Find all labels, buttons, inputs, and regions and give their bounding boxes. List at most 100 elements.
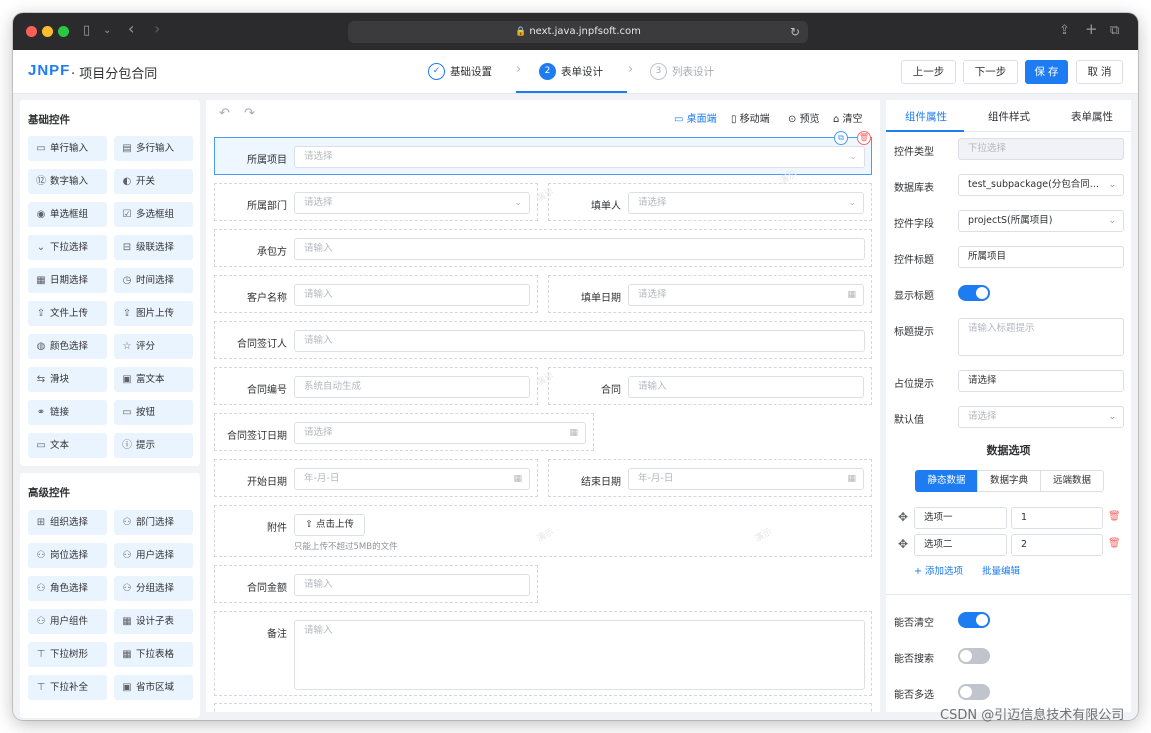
delete-option-icon[interactable]: 🗑: [1108, 511, 1121, 522]
tab-component-props[interactable]: 组件属性: [905, 109, 947, 124]
field-row-filler[interactable]: 填单人 请选择 ⌄: [548, 183, 872, 221]
fill-date-picker[interactable]: 请选择 ▦: [628, 284, 864, 306]
field-row-partial[interactable]: [214, 703, 872, 712]
multiple-switch[interactable]: [958, 684, 990, 700]
field-row-sign-date[interactable]: 合同签订日期 请选择 ▦: [214, 413, 594, 451]
field-row-contract-no[interactable]: 合同编号 系统自动生成: [214, 367, 538, 405]
end-date-picker[interactable]: 年-月-日 ▦: [628, 468, 864, 490]
palette-item[interactable]: ▭ 按钮: [114, 400, 193, 425]
field-row-amount[interactable]: 合同金额 请输入: [214, 565, 538, 603]
field-row-end-date[interactable]: 结束日期 年-月-日 ▦: [548, 459, 872, 497]
redo-icon[interactable]: ↷: [244, 106, 255, 121]
add-option-link[interactable]: + 添加选项: [914, 563, 963, 577]
default-value-select[interactable]: 请选择 ⌄: [958, 406, 1124, 428]
palette-item[interactable]: ⊤ 下拉树形: [28, 642, 107, 667]
chevron-down-icon[interactable]: ⌄: [103, 23, 111, 39]
palette-item[interactable]: ◉ 单选框组: [28, 202, 107, 227]
palette-item[interactable]: ⚇ 部门选择: [114, 510, 193, 535]
drag-handle-icon[interactable]: ✥: [898, 510, 908, 524]
preview-button[interactable]: ⊙ 预览: [788, 110, 820, 125]
palette-item[interactable]: ⇪ 文件上传: [28, 301, 107, 326]
desktop-view-button[interactable]: ▭ 桌面端: [674, 110, 717, 125]
show-title-switch[interactable]: [958, 285, 990, 301]
tab-form-props[interactable]: 表单属性: [1071, 109, 1113, 124]
palette-item[interactable]: ⚭ 链接: [28, 400, 107, 425]
customer-input[interactable]: 请输入: [294, 284, 530, 306]
palette-item[interactable]: ◐ 开关: [114, 169, 193, 194]
clear-button[interactable]: ⌂ 清空: [833, 110, 863, 125]
sidebar-toggle-icon[interactable]: ▯: [83, 23, 90, 39]
upload-button[interactable]: ⇧ 点击上传: [294, 514, 365, 536]
palette-item[interactable]: ◍ 颜色选择: [28, 334, 107, 359]
form-canvas[interactable]: ↶ ↷ ▭ 桌面端 ▯ 移动端 ⊙ 预览 ⌂ 清空 所属项目 请选择 ⌄ ⧉ 🗑 …: [206, 100, 880, 712]
field-row-customer[interactable]: 客户名称 请输入: [214, 275, 538, 313]
field-row-remark[interactable]: 备注 请输入: [214, 611, 872, 696]
palette-item[interactable]: ▭ 文本: [28, 433, 107, 458]
remark-textarea[interactable]: 请输入: [294, 620, 865, 690]
option-label-input[interactable]: 选项二: [914, 534, 1007, 556]
title-tip-textarea[interactable]: 请输入标题提示: [958, 318, 1124, 356]
back-icon[interactable]: ‹: [128, 21, 134, 37]
placeholder-input[interactable]: 请选择: [958, 370, 1124, 392]
palette-item[interactable]: ⑫ 数字输入: [28, 169, 107, 194]
cancel-button[interactable]: 取 消: [1076, 60, 1123, 84]
option-value-input[interactable]: 1: [1011, 507, 1103, 529]
palette-item[interactable]: ▦ 设计子表: [114, 609, 193, 634]
field-row-dept[interactable]: 所属部门 请选择 ⌄: [214, 183, 538, 221]
palette-item[interactable]: ⊟ 级联选择: [114, 235, 193, 260]
field-row-project[interactable]: 所属项目 请选择 ⌄: [214, 137, 872, 175]
palette-item[interactable]: ⇆ 滑块: [28, 367, 107, 392]
contract-input[interactable]: 请输入: [628, 376, 864, 398]
drag-handle-icon[interactable]: ✥: [898, 537, 908, 551]
palette-item[interactable]: ▭ 单行输入: [28, 136, 107, 161]
field-row-signer[interactable]: 合同签订人 请输入: [214, 321, 872, 359]
filler-select[interactable]: 请选择 ⌄: [628, 192, 864, 214]
palette-item[interactable]: ▣ 富文本: [114, 367, 193, 392]
palette-item[interactable]: ⚇ 用户选择: [114, 543, 193, 568]
prev-step-button[interactable]: 上一步: [901, 60, 956, 84]
searchable-switch[interactable]: [958, 648, 990, 664]
palette-item[interactable]: ⌄ 下拉选择: [28, 235, 107, 260]
palette-item[interactable]: ⚇ 分组选择: [114, 576, 193, 601]
palette-item[interactable]: ▤ 多行输入: [114, 136, 193, 161]
copy-icon[interactable]: ⧉: [834, 131, 848, 145]
project-select[interactable]: 请选择 ⌄: [294, 146, 865, 168]
batch-edit-link[interactable]: 批量编辑: [982, 563, 1020, 577]
forward-icon[interactable]: ›: [154, 21, 160, 37]
address-bar[interactable]: 🔒 next.java.jnpfsoft.com ↻: [348, 21, 808, 43]
palette-item[interactable]: ☆ 评分: [114, 334, 193, 359]
amount-input[interactable]: 请输入: [294, 574, 530, 596]
segment-remote-data[interactable]: 远端数据: [1040, 470, 1104, 492]
tab-component-style[interactable]: 组件样式: [988, 109, 1030, 124]
palette-item[interactable]: ⚇ 用户组件: [28, 609, 107, 634]
palette-item[interactable]: ⊞ 组织选择: [28, 510, 107, 535]
field-row-contractor[interactable]: 承包方 请输入: [214, 229, 872, 267]
field-row-fill-date[interactable]: 填单日期 请选择 ▦: [548, 275, 872, 313]
palette-item[interactable]: ▦ 日期选择: [28, 268, 107, 293]
dept-select[interactable]: 请选择 ⌄: [294, 192, 530, 214]
option-value-input[interactable]: 2: [1011, 534, 1103, 556]
palette-item[interactable]: ⓘ 提示: [114, 433, 193, 458]
share-icon[interactable]: ⇪: [1059, 23, 1070, 39]
step-form-design[interactable]: 2 表单设计: [539, 63, 603, 81]
mobile-view-button[interactable]: ▯ 移动端: [731, 110, 770, 125]
close-window-button[interactable]: [26, 26, 37, 37]
control-title-input[interactable]: 所属项目: [958, 246, 1124, 268]
clearable-switch[interactable]: [958, 612, 990, 628]
field-row-start-date[interactable]: 开始日期 年-月-日 ▦: [214, 459, 538, 497]
segment-data-dict[interactable]: 数据字典: [977, 470, 1041, 492]
palette-item[interactable]: ⊤ 下拉补全: [28, 675, 107, 700]
step-basic-settings[interactable]: ✓ 基础设置: [428, 63, 492, 81]
palette-item[interactable]: ☑ 多选框组: [114, 202, 193, 227]
save-button[interactable]: 保 存: [1025, 60, 1068, 84]
palette-item[interactable]: ⚇ 角色选择: [28, 576, 107, 601]
field-row-contract[interactable]: 合同 请输入: [548, 367, 872, 405]
minimize-window-button[interactable]: [42, 26, 53, 37]
palette-item[interactable]: ⚇ 岗位选择: [28, 543, 107, 568]
step-list-design[interactable]: 3 列表设计: [650, 63, 714, 81]
control-field-select[interactable]: projectS(所属项目) ⌄: [958, 210, 1124, 232]
sign-date-picker[interactable]: 请选择 ▦: [294, 422, 586, 444]
palette-item[interactable]: ⇪ 图片上传: [114, 301, 193, 326]
palette-item[interactable]: ▣ 省市区域: [114, 675, 193, 700]
tab-overview-icon[interactable]: ⧉: [1110, 23, 1119, 39]
